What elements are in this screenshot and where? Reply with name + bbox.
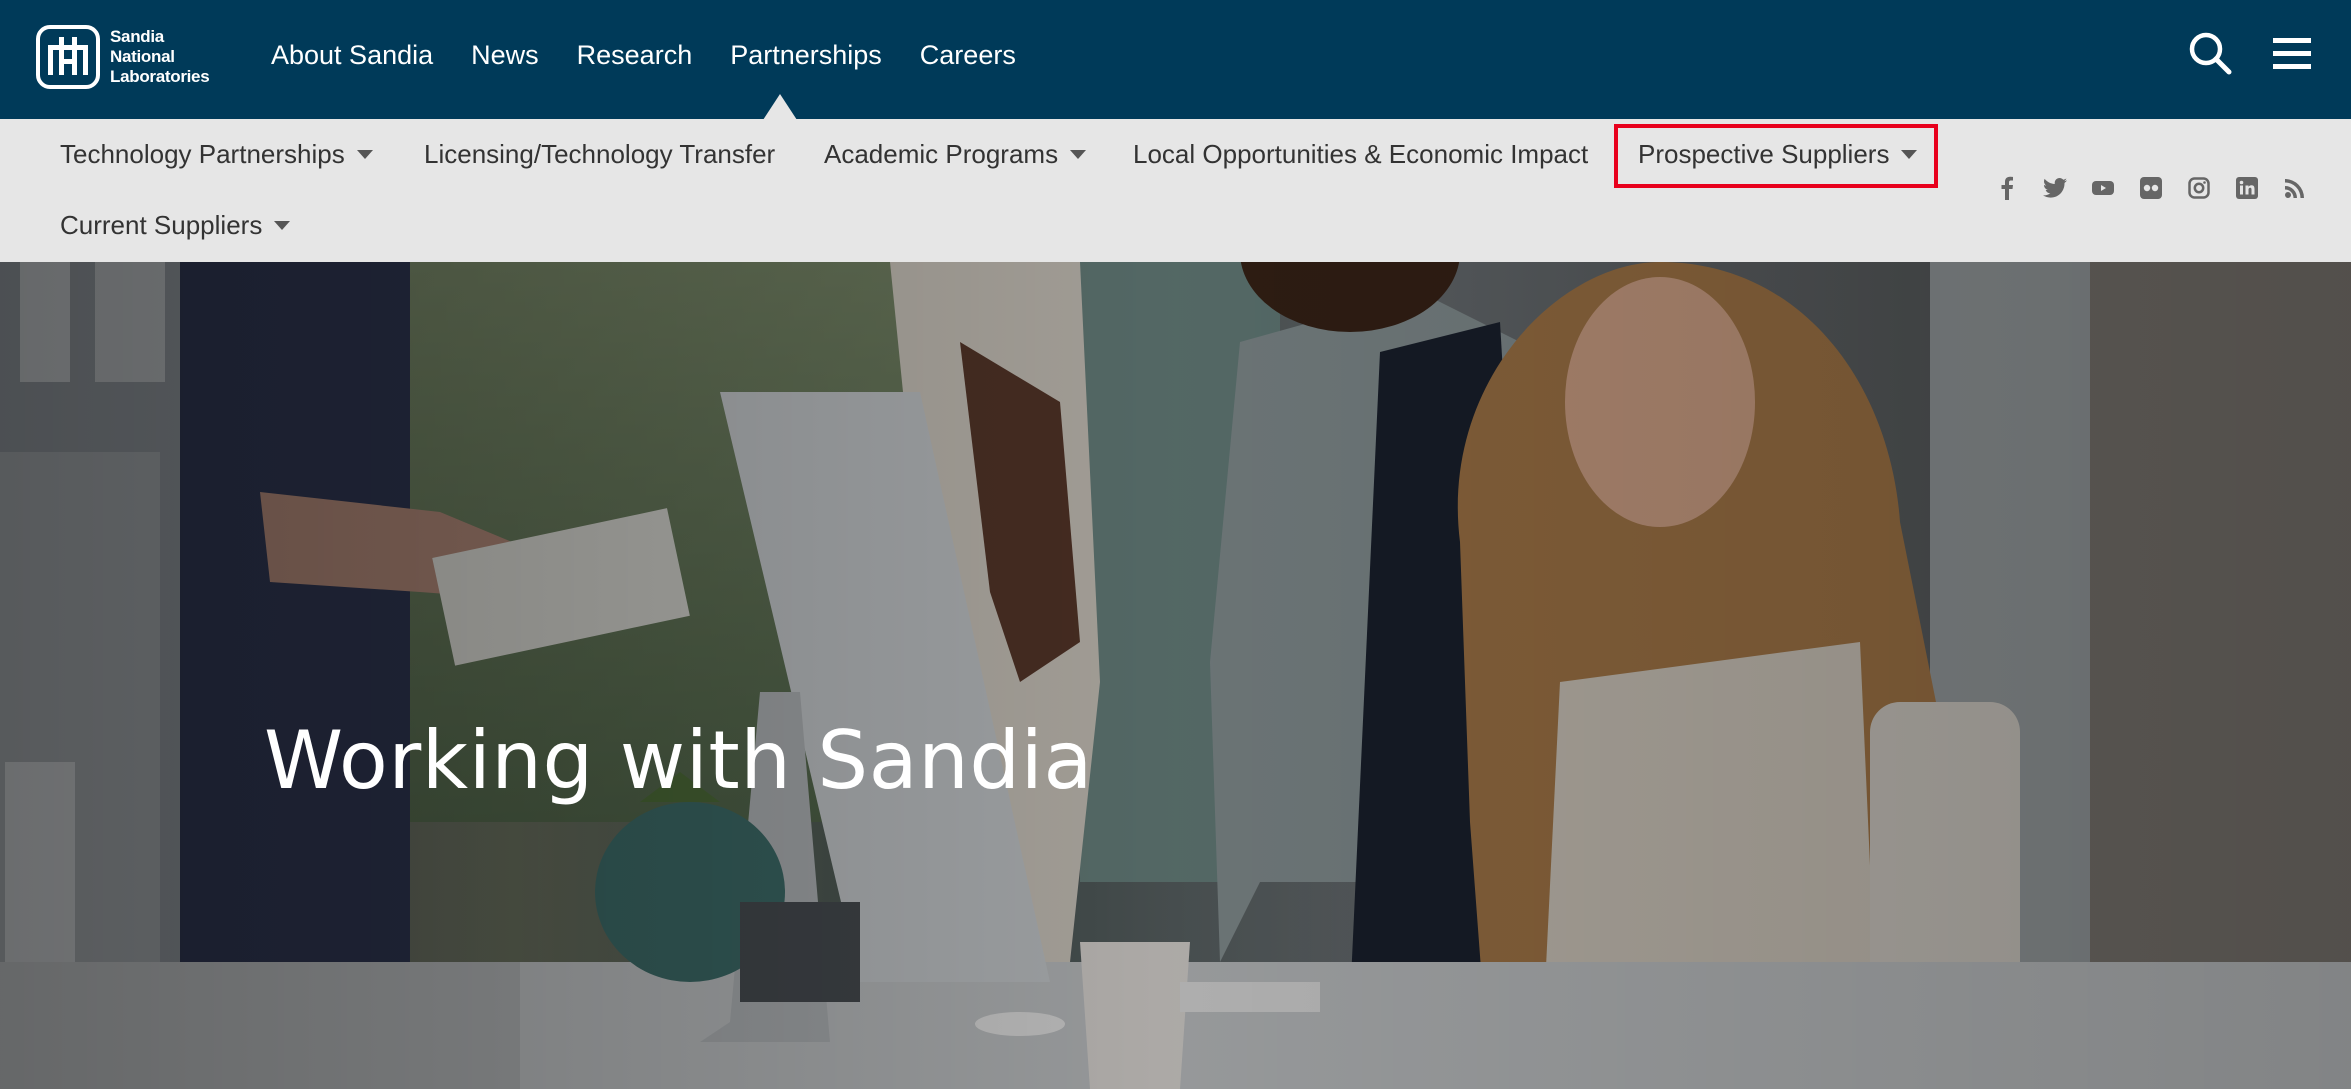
subnav-label: Academic Programs <box>824 139 1059 169</box>
twitter-icon[interactable] <box>2043 176 2067 200</box>
dropdown-arrow-icon <box>274 221 291 230</box>
subnav-current-suppliers[interactable]: Current Suppliers <box>60 210 291 241</box>
subnav-local-opportunities[interactable]: Local Opportunities & Economic Impact <box>1133 139 1588 170</box>
flickr-icon[interactable] <box>2139 176 2163 200</box>
nav-about-sandia[interactable]: About Sandia <box>271 40 433 71</box>
linkedin-icon[interactable] <box>2235 176 2259 200</box>
subnav-label: Technology Partnerships <box>60 139 345 169</box>
logo-wordmark: Sandia National Laboratories <box>110 27 220 87</box>
nav-careers[interactable]: Careers <box>920 40 1016 71</box>
instagram-icon[interactable] <box>2187 176 2211 200</box>
nav-partnerships[interactable]: Partnerships <box>730 40 882 71</box>
social-links <box>1995 176 2307 200</box>
nav-research[interactable]: Research <box>577 40 693 71</box>
dropdown-arrow-icon <box>1070 150 1087 159</box>
top-header: Sandia National Laboratories About Sandi… <box>0 0 2351 120</box>
sandia-logo[interactable]: Sandia National Laboratories <box>36 23 220 91</box>
subnav-label: Current Suppliers <box>60 210 263 240</box>
hero-photo-image <box>0 262 2351 1089</box>
hero-banner: Working with Sandia <box>0 262 2351 1089</box>
menu-icon[interactable] <box>2269 30 2315 76</box>
subnav-academic-programs[interactable]: Academic Programs <box>824 139 1087 170</box>
facebook-icon[interactable] <box>1995 176 2019 200</box>
highlight-box <box>1614 124 1938 188</box>
dropdown-arrow-icon <box>356 150 373 159</box>
subnav-label: Licensing/Technology Transfer <box>424 139 776 169</box>
subnav-label: Local Opportunities & Economic Impact <box>1133 139 1589 169</box>
active-nav-indicator <box>763 94 797 120</box>
logo-line: Sandia <box>110 27 164 46</box>
primary-nav: About Sandia News Research Partnerships … <box>271 0 1054 110</box>
logo-line: Laboratories <box>110 67 210 86</box>
subnav-licensing-technology-transfer[interactable]: Licensing/Technology Transfer <box>424 139 775 170</box>
thunderbird-logo-icon <box>36 25 100 89</box>
subnav-technology-partnerships[interactable]: Technology Partnerships <box>60 139 373 170</box>
logo-line: National <box>110 47 175 66</box>
youtube-icon[interactable] <box>2091 176 2115 200</box>
search-icon[interactable] <box>2187 30 2233 76</box>
hero-title: Working with Sandia <box>264 714 1093 807</box>
nav-news[interactable]: News <box>471 40 539 71</box>
rss-icon[interactable] <box>2283 176 2307 200</box>
